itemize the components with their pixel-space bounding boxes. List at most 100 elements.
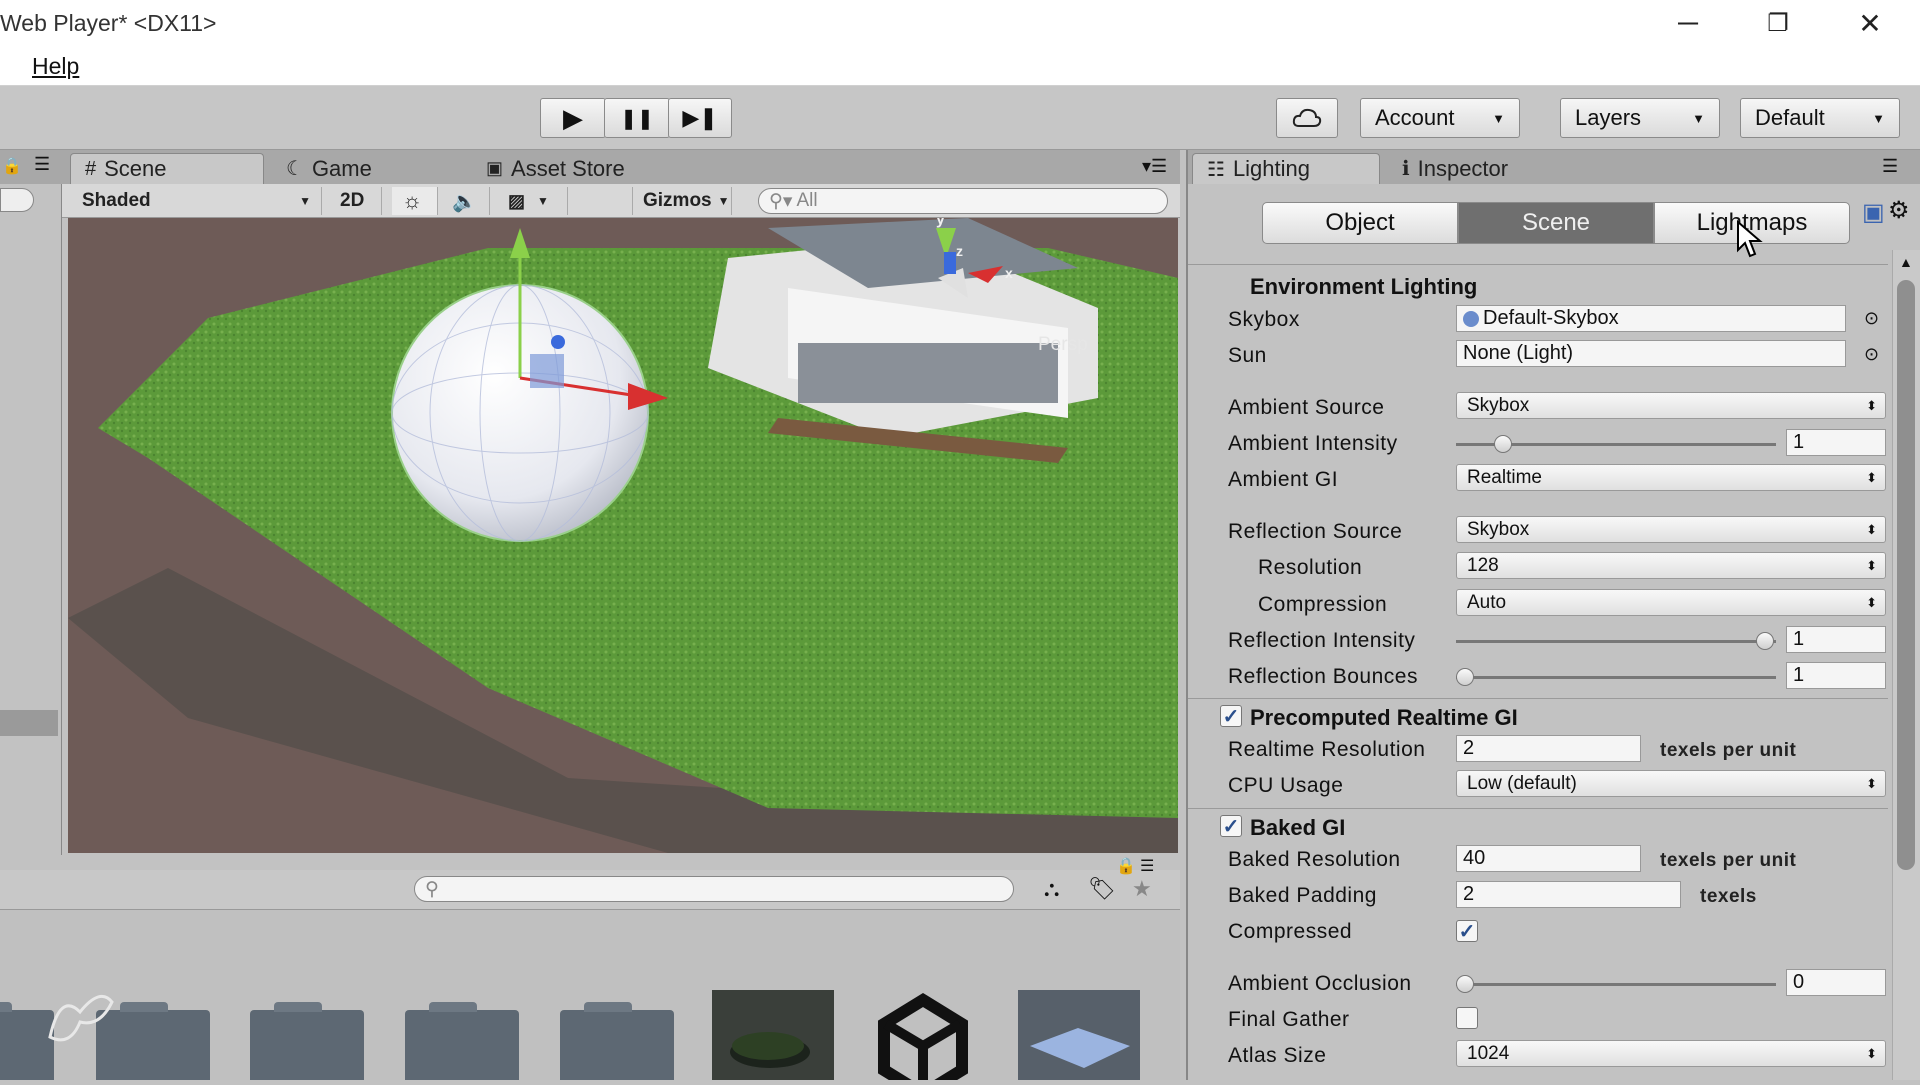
folder-item[interactable] [560, 1002, 674, 1080]
object-picker-icon[interactable]: ⊙ [1864, 344, 1879, 365]
compression-dropdown[interactable]: Auto ⬍ [1456, 589, 1886, 616]
scene-viewport[interactable]: Persp y z x [68, 218, 1178, 853]
folder-item[interactable] [250, 1002, 364, 1080]
sun-label: Sun [1228, 344, 1267, 367]
lock-icon[interactable]: 🔒 [1116, 856, 1136, 876]
pause-button[interactable]: ❚❚ [604, 98, 670, 138]
texels-label: texels [1700, 886, 1757, 907]
account-dropdown[interactable]: Account ▼ [1360, 98, 1520, 138]
tab-lighting[interactable]: ☷ Lighting [1192, 153, 1380, 184]
filter-type-icon[interactable]: ⛬ [1044, 876, 1059, 902]
scene-search-input[interactable]: ⚲▾ All [758, 188, 1168, 214]
close-button[interactable]: ✕ [1840, 4, 1900, 42]
panel-menu-icon[interactable]: ▾☰ [1142, 156, 1167, 177]
panel-menu-icon[interactable]: ☰ [1140, 856, 1154, 876]
reflection-intensity-field[interactable]: 1 [1786, 626, 1886, 653]
reflection-intensity-slider[interactable] [1456, 629, 1776, 653]
shading-dropdown[interactable]: Shaded ▼ [72, 187, 322, 215]
label-icon[interactable]: 🏷 [1088, 876, 1116, 902]
slider-knob[interactable] [1493, 435, 1512, 453]
tab-asset-store[interactable]: ▣ Asset Store [472, 153, 672, 184]
precomputed-gi-checkbox[interactable]: ✓ [1220, 705, 1242, 728]
baked-gi-header: Baked GI [1250, 815, 1346, 840]
baked-padding-field[interactable]: 2 [1456, 881, 1681, 908]
ambient-gi-dropdown[interactable]: Realtime ⬍ [1456, 464, 1886, 491]
reflection-bounces-slider[interactable] [1456, 665, 1776, 689]
atlas-size-dropdown[interactable]: 1024 ⬍ [1456, 1040, 1886, 1067]
baked-gi-checkbox[interactable]: ✓ [1220, 815, 1242, 838]
resolution-dropdown[interactable]: 128 ⬍ [1456, 552, 1886, 579]
effects-dropdown[interactable]: ▨ ▼ [498, 187, 568, 215]
ambient-occlusion-value: 0 [1793, 971, 1805, 993]
minimize-button[interactable]: ─ [1658, 4, 1718, 42]
slider-knob[interactable] [1456, 668, 1474, 686]
plane-icon [1030, 1028, 1130, 1068]
project-search-input[interactable]: ⚲ [414, 876, 1014, 902]
lighting-toggle[interactable]: ☼ [392, 187, 438, 215]
ambient-intensity-slider[interactable] [1456, 432, 1776, 456]
gear-icon[interactable]: ⚙ [1888, 196, 1910, 225]
tab-scene[interactable]: # Scene [70, 153, 264, 184]
folder-item[interactable] [405, 1002, 519, 1080]
play-button[interactable]: ▶ [540, 98, 606, 138]
hierarchy-selected-row[interactable] [0, 710, 58, 736]
tab-inspector[interactable]: ℹ Inspector [1388, 153, 1578, 184]
baked-resolution-field[interactable]: 40 [1456, 845, 1641, 872]
menu-help[interactable]: Help [32, 53, 79, 80]
gizmos-dropdown[interactable]: Gizmos ▼ [632, 187, 732, 215]
ambient-intensity-field[interactable]: 1 [1786, 429, 1886, 456]
chevron-down-icon: ▼ [299, 194, 311, 208]
cloud-button[interactable] [1276, 98, 1338, 138]
terrain-asset[interactable] [712, 990, 834, 1080]
toggle-2d-button[interactable]: 2D [330, 187, 382, 215]
divider [1188, 808, 1888, 809]
restore-button[interactable]: ❐ [1748, 4, 1808, 42]
slider-knob[interactable] [1456, 975, 1474, 993]
layers-dropdown[interactable]: Layers ▼ [1560, 98, 1720, 138]
skybox-value: Default-Skybox [1483, 307, 1619, 329]
sun-field[interactable]: None (Light) [1456, 340, 1846, 367]
cpu-usage-dropdown[interactable]: Low (default) ⬍ [1456, 770, 1886, 797]
hierarchy-search[interactable] [0, 188, 34, 212]
step-button[interactable]: ▶❚ [668, 98, 732, 138]
star-icon[interactable]: ★ [1132, 876, 1152, 902]
ambient-occlusion-slider[interactable] [1456, 972, 1776, 996]
tab-inspector-label: Inspector [1417, 155, 1509, 181]
reflection-bounces-label: Reflection Bounces [1228, 665, 1418, 688]
atlas-size-value: 1024 [1467, 1042, 1510, 1064]
help-book-icon[interactable]: ▣ [1862, 198, 1885, 227]
scrollbar-thumb[interactable] [1897, 280, 1915, 870]
panel-menu-icon[interactable]: ☰ [1882, 156, 1898, 177]
ambient-intensity-value: 1 [1793, 431, 1805, 453]
environment-lighting-header: Environment Lighting [1250, 274, 1478, 299]
menu-bar: Help [0, 46, 1920, 86]
segment-scene[interactable]: Scene [1458, 202, 1654, 244]
updown-icon: ⬍ [1866, 397, 1877, 413]
tab-game[interactable]: ☾ Game [272, 153, 442, 184]
gizmo-z-handle [551, 335, 565, 349]
close-icon: ✕ [1858, 7, 1882, 39]
ambient-occlusion-field[interactable]: 0 [1786, 969, 1886, 996]
layout-dropdown[interactable]: Default ▼ [1740, 98, 1900, 138]
realtime-resolution-field[interactable]: 2 [1456, 735, 1641, 762]
material-asset[interactable] [1018, 990, 1140, 1080]
step-icon: ▶❚ [682, 105, 718, 130]
panel-menu-icon[interactable]: ☰ [34, 154, 50, 175]
skybox-field[interactable]: Default-Skybox [1456, 305, 1846, 332]
inspector-scrollbar[interactable]: ▲ [1892, 250, 1920, 1080]
audio-toggle[interactable]: 🔈 [442, 187, 490, 215]
reflection-source-dropdown[interactable]: Skybox ⬍ [1456, 516, 1886, 543]
slider-knob[interactable] [1756, 632, 1774, 650]
reflection-bounces-field[interactable]: 1 [1786, 662, 1886, 689]
mouse-cursor-icon [1737, 220, 1763, 258]
ambient-source-dropdown[interactable]: Skybox ⬍ [1456, 392, 1886, 419]
unity-asset[interactable] [862, 990, 984, 1085]
reflection-source-label: Reflection Source [1228, 520, 1403, 543]
scroll-up-icon[interactable]: ▲ [1899, 254, 1913, 270]
divider [1188, 698, 1888, 699]
lock-icon[interactable]: 🔒 [2, 156, 22, 176]
segment-object[interactable]: Object [1262, 202, 1458, 244]
object-picker-icon[interactable]: ⊙ [1864, 308, 1879, 329]
final-gather-checkbox[interactable] [1456, 1007, 1478, 1029]
compressed-checkbox[interactable]: ✓ [1456, 920, 1478, 943]
